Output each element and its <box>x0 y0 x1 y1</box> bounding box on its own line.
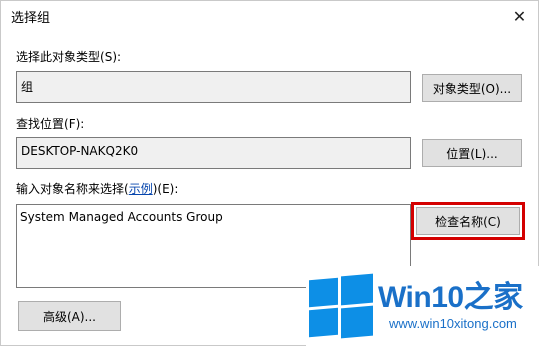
object-type-field: 组 <box>16 71 411 103</box>
object-type-label: 选择此对象类型(S): <box>16 48 121 65</box>
location-label: 查找位置(F): <box>16 115 84 132</box>
object-names-label-prefix: 输入对象名称来选择( <box>16 182 129 196</box>
advanced-button[interactable]: 高级(A)... <box>18 301 121 331</box>
object-type-label-text: 选择此对象类型 <box>16 50 101 64</box>
check-names-button[interactable]: 检查名称(C) <box>416 207 520 235</box>
windows-logo-icon <box>309 273 373 339</box>
object-types-button[interactable]: 对象类型(O)... <box>422 74 522 102</box>
watermark-brand-suffix: 之家 <box>463 281 524 314</box>
object-names-label-suffix: )(E): <box>152 182 179 196</box>
close-icon[interactable]: ✕ <box>501 1 538 31</box>
examples-link[interactable]: 示例 <box>129 182 153 196</box>
watermark-brand: Win10之家 <box>378 272 523 316</box>
location-field: DESKTOP-NAKQ2K0 <box>16 137 411 169</box>
title-bar: 选择组 ✕ <box>1 1 538 31</box>
locations-button[interactable]: 位置(L)... <box>422 139 522 167</box>
dialog-title: 选择组 <box>11 11 51 26</box>
object-type-hotkey: (S): <box>100 50 122 64</box>
win10-watermark: Win10之家 www.win10xitong.com <box>306 266 539 346</box>
select-group-dialog: 选择组 ✕ 选择此对象类型(S): 组 对象类型(O)... 查找位置(F): … <box>0 0 539 346</box>
location-hotkey: (F): <box>64 117 85 131</box>
object-names-label: 输入对象名称来选择(示例)(E): <box>16 180 178 197</box>
watermark-url: www.win10xitong.com <box>389 316 517 331</box>
location-label-text: 查找位置 <box>16 117 65 131</box>
watermark-brand-win10: Win10 <box>378 281 464 314</box>
